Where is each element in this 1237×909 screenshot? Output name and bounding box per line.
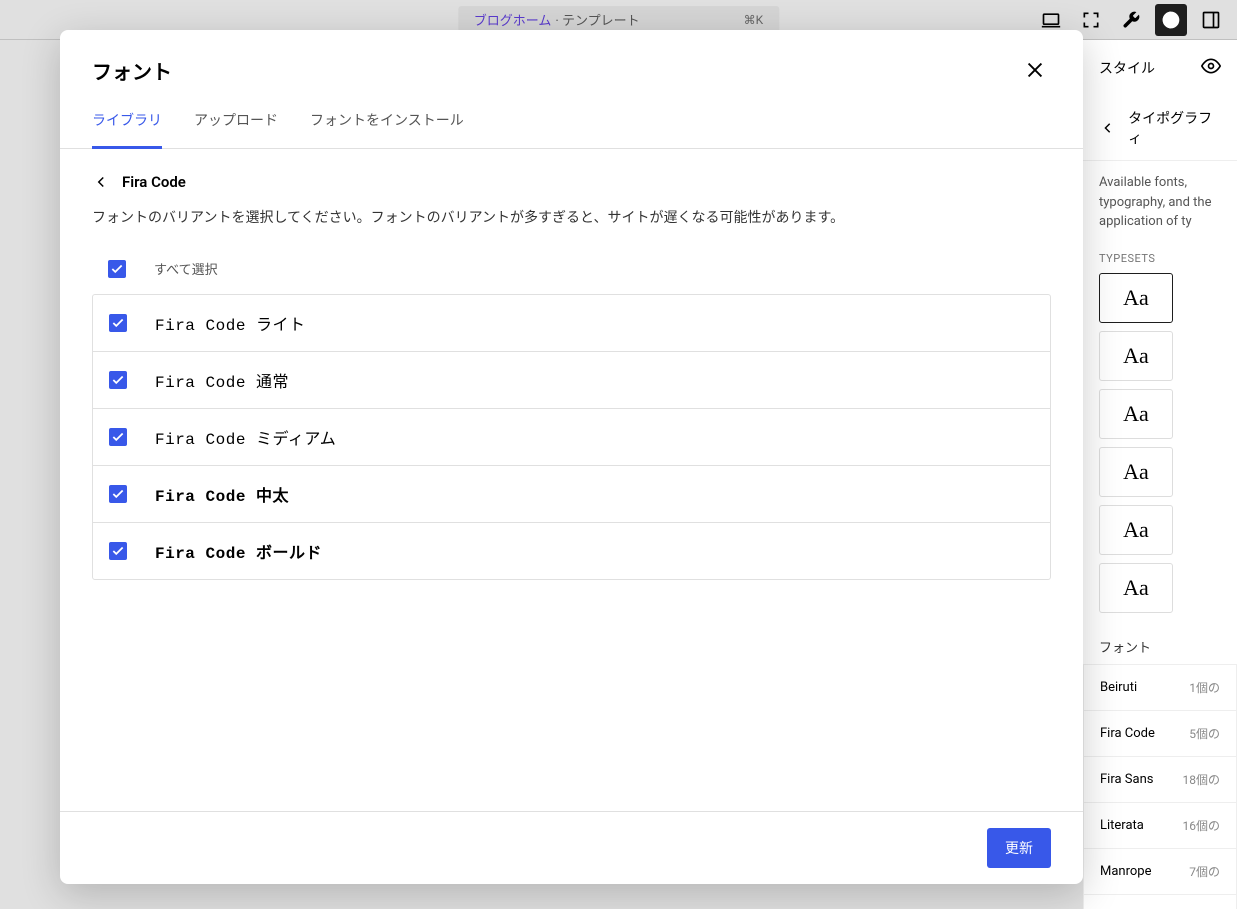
font-name-heading: Fira Code — [122, 173, 186, 191]
modal-title: フォント — [92, 56, 172, 85]
select-all-checkbox[interactable] — [108, 260, 126, 278]
modal-tab[interactable]: フォントをインストール — [310, 110, 464, 149]
variant-row[interactable]: Fira Code ライト — [93, 295, 1050, 352]
variant-checkbox[interactable] — [109, 428, 127, 446]
update-button[interactable]: 更新 — [987, 828, 1051, 868]
variant-checkbox[interactable] — [109, 371, 127, 389]
modal-tab[interactable]: アップロード — [194, 110, 278, 149]
close-icon — [1024, 59, 1046, 81]
variant-checkbox[interactable] — [109, 485, 127, 503]
variant-label: Fira Code ライト — [155, 311, 306, 335]
variant-description: フォントのバリアントを選択してください。フォントのバリアントが多すぎると、サイト… — [92, 207, 1051, 227]
variant-list: Fira Code ライト Fira Code 通常 Fira Code ミディアム… — [92, 294, 1051, 580]
variant-checkbox[interactable] — [109, 314, 127, 332]
variant-checkbox[interactable] — [109, 542, 127, 560]
variant-row[interactable]: Fira Code 通常 — [93, 352, 1050, 409]
select-all-row[interactable]: すべて選択 — [92, 251, 1051, 286]
font-modal: フォント ライブラリアップロードフォントをインストール Fira Code フォ… — [60, 30, 1083, 884]
variant-label: Fira Code ミディアム — [155, 425, 336, 449]
variant-row[interactable]: Fira Code ボールド — [93, 523, 1050, 579]
font-back-nav[interactable]: Fira Code — [92, 173, 1051, 191]
variant-label: Fira Code 通常 — [155, 368, 289, 392]
modal-tabs: ライブラリアップロードフォントをインストール — [60, 86, 1083, 149]
variant-label: Fira Code ボールド — [155, 539, 322, 563]
chevron-left-icon — [92, 173, 110, 191]
variant-row[interactable]: Fira Code ミディアム — [93, 409, 1050, 466]
variant-label: Fira Code 中太 — [155, 482, 289, 506]
variant-row[interactable]: Fira Code 中太 — [93, 466, 1050, 523]
select-all-label: すべて選択 — [154, 259, 218, 278]
close-button[interactable] — [1019, 54, 1051, 86]
modal-tab[interactable]: ライブラリ — [92, 110, 162, 149]
